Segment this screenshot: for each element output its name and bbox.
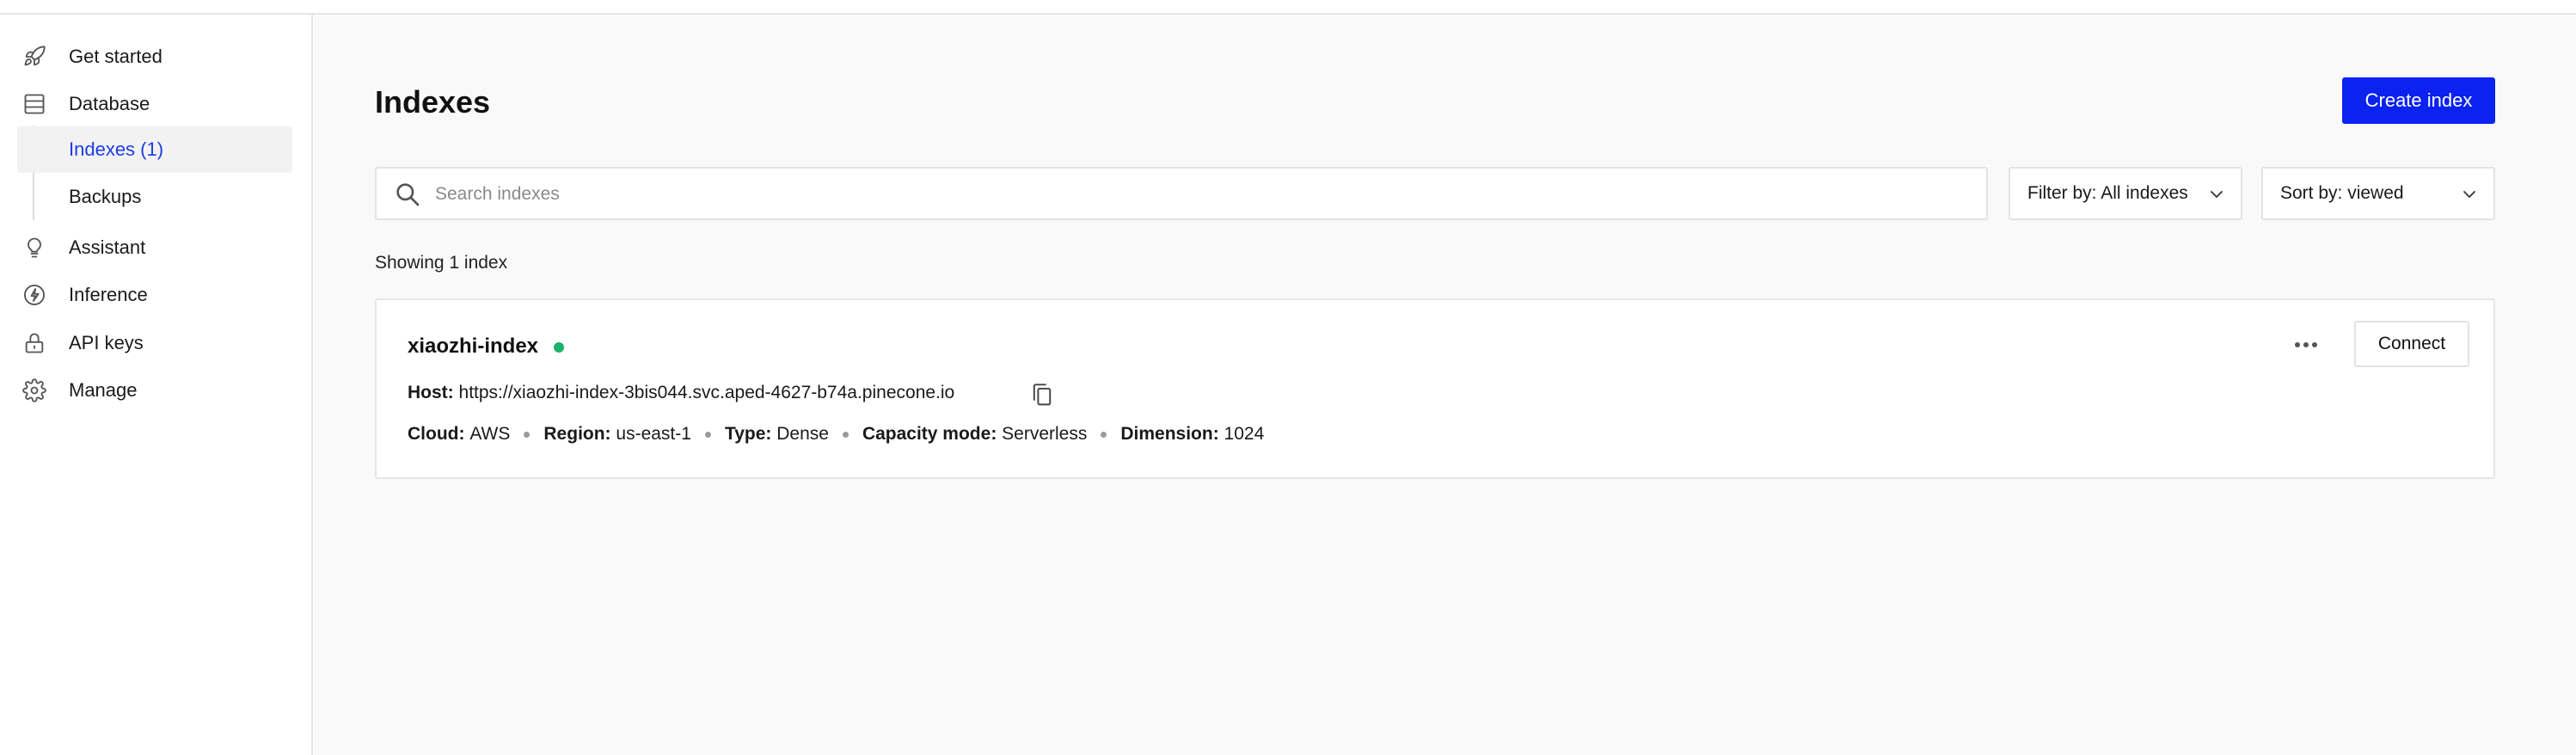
sort-dropdown[interactable]: Sort by: viewed	[2261, 167, 2495, 220]
region-value: us-east-1	[616, 424, 691, 444]
index-metadata-row: Cloud: AWS Region: us-east-1 Type: Dense…	[408, 424, 1264, 445]
chevron-down-icon	[2463, 191, 2475, 198]
database-icon	[21, 90, 48, 118]
page-title: Indexes	[375, 84, 491, 120]
copy-icon[interactable]	[1030, 383, 1054, 408]
lightbulb-icon	[21, 234, 48, 261]
more-horizontal-icon	[2295, 342, 2317, 347]
capacity-label: Capacity mode:	[862, 424, 997, 444]
bolt-icon	[21, 281, 48, 309]
connect-button[interactable]: Connect	[2354, 321, 2469, 367]
sidebar-item-backups[interactable]: Backups	[17, 174, 292, 220]
sidebar: Get started Database Indexes (1) Backups…	[0, 15, 313, 755]
host-row: Host: https://xiaozhi-index-3bis044.svc.…	[408, 383, 954, 403]
cloud-value: AWS	[469, 424, 511, 444]
capacity-value: Serverless	[1002, 424, 1088, 444]
host-label: Host:	[408, 383, 454, 402]
sidebar-item-label: Database	[69, 93, 150, 114]
type-label: Type:	[724, 424, 772, 444]
results-count: Showing 1 index	[375, 253, 508, 273]
create-index-button[interactable]: Create index	[2342, 77, 2495, 124]
host-value: https://xiaozhi-index-3bis044.svc.aped-4…	[458, 383, 955, 402]
sidebar-item-label: Backups	[69, 186, 142, 207]
more-options-button[interactable]	[2284, 322, 2328, 367]
region-label: Region:	[543, 424, 611, 444]
separator-dot	[524, 431, 531, 438]
search-input[interactable]	[433, 169, 1967, 220]
index-name[interactable]: xiaozhi-index	[408, 335, 538, 359]
sidebar-item-label: API keys	[69, 332, 144, 353]
separator-dot	[704, 431, 711, 438]
sidebar-item-label: Indexes (1)	[69, 138, 164, 160]
filter-dropdown-label: Filter by: All indexes	[2027, 183, 2188, 203]
sidebar-item-indexes[interactable]: Indexes (1)	[17, 126, 292, 173]
dimension-value: 1024	[1224, 424, 1265, 444]
search-box[interactable]	[375, 167, 1988, 220]
index-card: xiaozhi-index Host: https://xiaozhi-inde…	[375, 298, 2495, 479]
filter-dropdown[interactable]: Filter by: All indexes	[2009, 167, 2242, 220]
top-bar	[0, 0, 2576, 15]
lock-icon	[21, 329, 48, 357]
sidebar-item-label: Manage	[69, 379, 138, 401]
separator-dot	[842, 431, 849, 438]
sidebar-item-label: Get started	[69, 46, 163, 67]
rocket-icon	[21, 43, 48, 71]
sort-dropdown-label: Sort by: viewed	[2280, 183, 2404, 203]
separator-dot	[1101, 431, 1107, 438]
type-value: Dense	[776, 424, 829, 444]
cloud-label: Cloud:	[408, 424, 465, 444]
sidebar-item-label: Inference	[69, 284, 148, 305]
gear-icon	[21, 377, 48, 404]
search-icon	[396, 183, 420, 206]
chevron-down-icon	[2211, 191, 2223, 198]
status-indicator	[554, 342, 564, 353]
dimension-label: Dimension:	[1120, 424, 1219, 444]
sidebar-item-label: Assistant	[69, 236, 146, 258]
